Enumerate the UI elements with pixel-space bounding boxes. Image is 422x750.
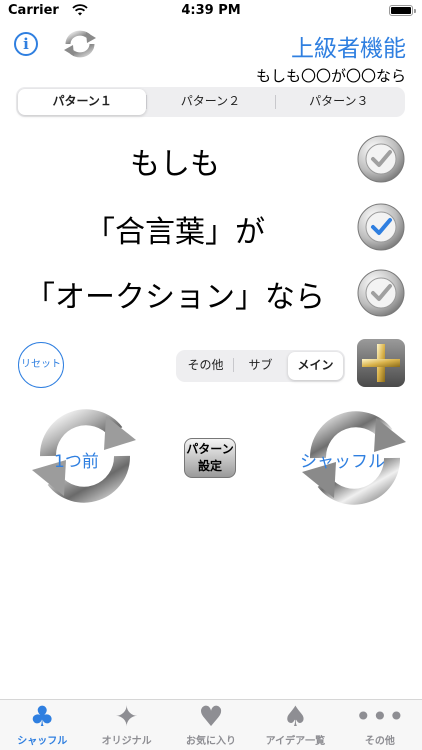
tab-label: お気に入り (186, 736, 237, 747)
tab-label: オリジナル (101, 736, 152, 747)
page-subtitle: もしも〇〇が〇〇なら (255, 67, 406, 85)
spade-icon: ♠ (282, 700, 308, 733)
pattern-setting-label-2: 設定 (197, 459, 222, 473)
previous-label[interactable]: 1つ前 (54, 447, 99, 472)
refresh-icon[interactable] (60, 28, 100, 60)
tab-other[interactable]: その他 (178, 352, 233, 380)
check-icon-row-3[interactable] (356, 268, 406, 318)
tab-pattern-3[interactable]: パターン３ (274, 89, 403, 115)
tab-pattern-1[interactable]: パターン１ (18, 89, 147, 115)
club-icon: ♣ (29, 700, 55, 733)
phrase-row-3: 「オークション」なら (25, 280, 325, 315)
check-icon-row-1[interactable] (356, 134, 406, 184)
status-time: 4:39 PM (181, 3, 241, 18)
status-bar: Carrier 4:39 PM (0, 0, 422, 22)
tab-label: アイデア一覧 (265, 736, 326, 747)
tab-sub[interactable]: サブ (233, 352, 288, 380)
tab-main[interactable]: メイン (288, 352, 343, 380)
add-icon[interactable] (356, 338, 406, 388)
pattern-setting-label-1: パターン (186, 442, 234, 456)
page-title: 上級者機能 (291, 36, 406, 62)
tab-label: その他 (364, 736, 395, 747)
sparkle-icon: ✦ (114, 700, 139, 733)
heart-icon: ♥ (198, 700, 224, 733)
more-icon: ••• (355, 700, 405, 733)
type-segmented-control: その他 サブ メイン (176, 350, 345, 382)
pattern-segmented-control: パターン１ パターン２ パターン３ (16, 87, 405, 117)
battery-icon (389, 5, 416, 16)
reset-button[interactable]: リセット (18, 342, 64, 388)
phrase-row-2: 「合言葉」が (85, 215, 265, 250)
tab-more[interactable]: ••• その他 (338, 700, 422, 750)
phrase-row-1: もしも (130, 147, 220, 182)
tab-original[interactable]: ✦ オリジナル (84, 700, 168, 750)
tab-label: シャッフル (17, 736, 68, 747)
tab-pattern-2[interactable]: パターン２ (146, 89, 274, 115)
shuffle-label[interactable]: シャッフル (300, 447, 385, 472)
info-button[interactable]: i (14, 32, 38, 56)
check-icon-row-2[interactable] (356, 202, 406, 252)
tab-shuffle[interactable]: ♣ シャッフル (0, 700, 84, 750)
pattern-setting-button[interactable]: パターン 設定 (184, 438, 236, 478)
tab-bar: ♣ シャッフル ✦ オリジナル ♥ お気に入り ♠ アイデア一覧 ••• その他 (0, 699, 422, 750)
screen: Carrier 4:39 PM i 上級者機能 もしも〇〇が〇〇なら パターン１… (0, 0, 422, 750)
tab-favorites[interactable]: ♥ お気に入り (169, 700, 253, 750)
tab-idea-list[interactable]: ♠ アイデア一覧 (253, 700, 337, 750)
